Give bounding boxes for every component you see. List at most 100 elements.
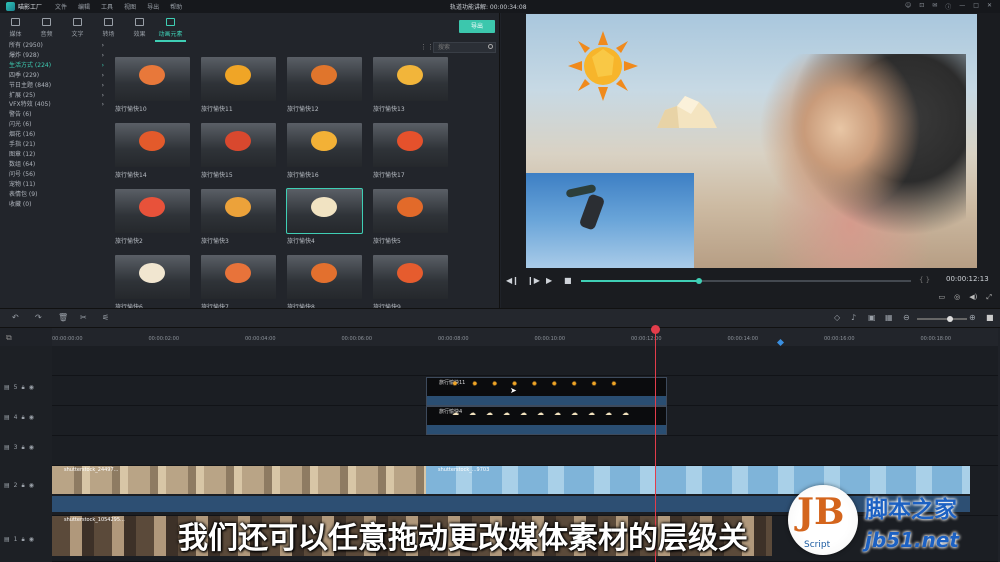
element-thumbnail[interactable]	[115, 123, 190, 167]
tab-audio[interactable]: 音频	[31, 16, 62, 42]
element-thumbnail[interactable]	[373, 57, 448, 101]
eye-icon[interactable]: ◉	[29, 536, 34, 544]
cloud-element-clip[interactable]: 旅行愉快4 ☁ ☁ ☁ ☁ ☁ ☁ ☁ ☁ ☁ ☁ ☁	[426, 406, 667, 435]
menu-file[interactable]: 文件	[55, 2, 67, 11]
search-input[interactable]: 搜索	[433, 42, 496, 53]
eye-icon[interactable]: ◉	[29, 444, 34, 452]
grid-view-icon[interactable]: ⋮⋮	[420, 43, 434, 51]
timeline-ruler[interactable]: 00:00:00:00 00:00:02:00 00:00:04:00 00:00:0…	[52, 328, 998, 346]
menu-export[interactable]: 导出	[147, 2, 159, 11]
account-icon[interactable]: ☺	[905, 2, 911, 11]
tab-elements[interactable]: 动画元素	[155, 16, 186, 42]
export-button[interactable]: 导出	[459, 20, 495, 33]
category-item[interactable]: 生活方式 (224) ›	[9, 61, 104, 71]
cart-icon[interactable]: ⊡	[919, 2, 924, 11]
menu-tools[interactable]: 工具	[101, 2, 113, 11]
redo-icon[interactable]: ↷	[35, 313, 42, 322]
bracket-icon[interactable]: { }	[919, 276, 930, 284]
shield-icon[interactable]: ◇	[834, 313, 840, 322]
tab-transitions[interactable]: 转场	[93, 16, 124, 42]
minimize-icon[interactable]: —	[959, 2, 965, 11]
tab-text[interactable]: 文字	[62, 16, 93, 42]
element-thumbnail[interactable]	[115, 57, 190, 101]
category-item[interactable]: 扩展 (25) ›	[9, 91, 104, 101]
cloud-element[interactable]	[651, 94, 721, 132]
playhead-handle[interactable]	[651, 325, 660, 334]
zoom-slider-handle[interactable]	[947, 316, 953, 322]
preview-scrubber[interactable]	[581, 278, 911, 284]
lock-icon[interactable]: 🔒︎	[22, 444, 25, 452]
step-forward-icon[interactable]: ❙▶	[527, 276, 540, 285]
eye-icon[interactable]: ◉	[29, 384, 34, 392]
volume-icon[interactable]: ◀)	[969, 293, 977, 302]
category-item[interactable]: 图章 (12)	[9, 150, 104, 160]
category-item[interactable]: 数组 (64)	[9, 160, 104, 170]
display-icon[interactable]: ▭	[939, 293, 946, 302]
tab-media[interactable]: 媒体	[0, 16, 31, 42]
add-track-icon[interactable]: ⧉	[6, 333, 12, 343]
category-item[interactable]: 节日主题 (848) ›	[9, 81, 104, 91]
element-thumbnail[interactable]	[287, 57, 362, 101]
play-icon[interactable]: ▶	[546, 276, 552, 285]
zoom-out-icon[interactable]: ⊖	[903, 313, 910, 322]
element-thumbnail[interactable]	[287, 123, 362, 167]
info-icon[interactable]: ⓘ	[945, 2, 951, 11]
element-thumbnail[interactable]	[373, 123, 448, 167]
snapshot-icon[interactable]: ◎	[954, 293, 960, 302]
lock-icon[interactable]: 🔒︎	[22, 414, 25, 422]
category-item[interactable]: VFX特效 (405) ›	[9, 100, 104, 110]
fit-icon[interactable]: ■	[986, 313, 994, 322]
category-item[interactable]: 手指 (21)	[9, 140, 104, 150]
mix-icon[interactable]: ▦	[885, 313, 893, 322]
undo-icon[interactable]: ↶	[12, 313, 19, 322]
category-item[interactable]: 警告 (6)	[9, 110, 104, 120]
eye-icon[interactable]: ◉	[29, 482, 34, 490]
element-thumbnail[interactable]	[373, 255, 448, 299]
category-item[interactable]: 四季 (229) ›	[9, 71, 104, 81]
sun-element-clip[interactable]: 旅行愉快11 ✹ ✹ ✹ ✹ ✹ ✹ ✹ ✹ ✹	[426, 377, 667, 406]
element-thumbnail[interactable]	[373, 189, 448, 233]
category-item[interactable]: 收藏 (0)	[9, 200, 104, 210]
element-thumbnail[interactable]	[201, 189, 276, 233]
category-item[interactable]: 闪光 (6)	[9, 120, 104, 130]
element-thumbnail[interactable]	[115, 255, 190, 299]
category-item[interactable]: 爆炸 (928) ›	[9, 51, 104, 61]
lock-icon[interactable]: 🔒︎	[22, 536, 25, 544]
search-icon[interactable]	[488, 44, 493, 49]
element-thumbnail[interactable]	[201, 255, 276, 299]
eye-icon[interactable]: ◉	[29, 414, 34, 422]
tab-effects[interactable]: 效果	[124, 16, 155, 42]
category-item[interactable]: 所有 (2950) ›	[9, 41, 104, 51]
fullscreen-icon[interactable]: ⤢	[986, 293, 992, 302]
zoom-in-icon[interactable]: ⊕	[969, 313, 976, 322]
category-item[interactable]: 问号 (56)	[9, 170, 104, 180]
scrubber-handle[interactable]	[696, 278, 702, 284]
cut-icon[interactable]: ✂	[80, 313, 87, 322]
stop-icon[interactable]: ■	[564, 276, 572, 285]
maximize-icon[interactable]: □	[973, 2, 979, 11]
sun-element[interactable]	[568, 31, 638, 101]
video-clip-a[interactable]: shutterstock_24497...	[52, 466, 426, 512]
lock-icon[interactable]: 🔒︎	[22, 482, 25, 490]
close-icon[interactable]: ✕	[987, 2, 992, 11]
lock-icon[interactable]: 🔒︎	[22, 384, 25, 392]
menu-help[interactable]: 帮助	[170, 2, 182, 11]
delete-icon[interactable]: 🗑	[58, 313, 68, 322]
element-thumbnail[interactable]	[287, 255, 362, 299]
subtitle-icon[interactable]: ▣	[868, 313, 876, 322]
picture-in-picture-video[interactable]	[526, 173, 694, 268]
adjust-icon[interactable]: ⚟	[102, 313, 109, 322]
menu-view[interactable]: 视图	[124, 2, 136, 11]
element-thumbnail[interactable]	[201, 123, 276, 167]
element-thumbnail[interactable]	[286, 188, 363, 234]
zoom-slider[interactable]	[917, 316, 967, 322]
category-item[interactable]: 宠物 (11)	[9, 180, 104, 190]
element-thumbnail[interactable]	[115, 189, 190, 233]
category-item[interactable]: 烟花 (16)	[9, 130, 104, 140]
mic-icon[interactable]: ♪	[851, 313, 856, 322]
menu-edit[interactable]: 编辑	[78, 2, 90, 11]
category-item[interactable]: 表情包 (9)	[9, 190, 104, 200]
mail-icon[interactable]: ✉	[932, 2, 937, 11]
step-back-icon[interactable]: ◀❙	[506, 276, 519, 285]
element-thumbnail[interactable]	[201, 57, 276, 101]
